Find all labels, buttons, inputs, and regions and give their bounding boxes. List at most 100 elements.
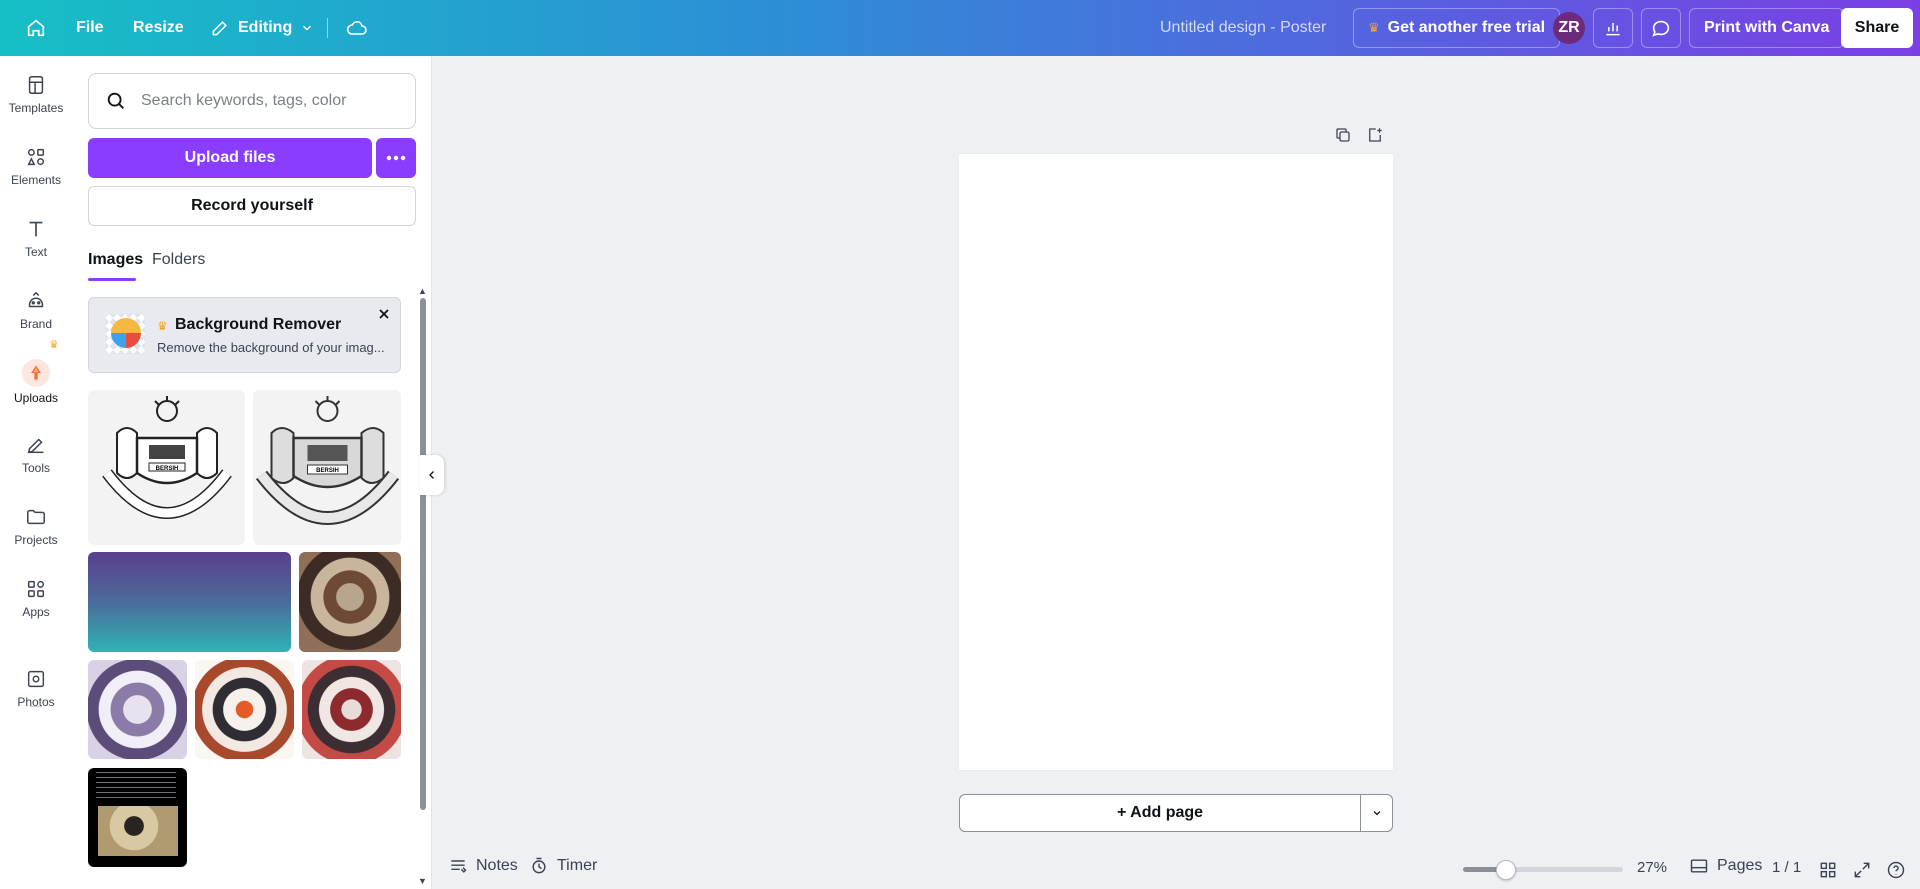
search-input[interactable] <box>141 92 401 110</box>
notes-button[interactable]: Notes <box>448 856 518 876</box>
rail-item-label: Elements <box>10 173 62 187</box>
bar-chart-icon <box>1606 23 1620 36</box>
search-box[interactable] <box>88 73 416 129</box>
uploaded-image-gradient[interactable] <box>88 552 291 652</box>
timer-icon <box>532 857 546 874</box>
upload-files-button[interactable]: Upload files <box>88 138 372 178</box>
upload-options-button[interactable] <box>376 138 416 178</box>
chevron-left-icon <box>429 471 434 479</box>
notes-label: Notes <box>476 857 518 874</box>
pages-icon <box>1690 859 1708 873</box>
tab-images[interactable]: Images <box>88 251 143 269</box>
insights-button[interactable] <box>1593 8 1633 48</box>
pages-label: Pages <box>1717 857 1763 874</box>
notes-icon <box>451 860 467 873</box>
folder-icon <box>24 505 48 529</box>
promo-title: Background Remover <box>175 316 342 333</box>
rail-item-label: Text <box>24 245 47 259</box>
record-yourself-button[interactable]: Record yourself <box>88 186 416 226</box>
add-page-icon <box>1369 128 1382 142</box>
rail-item-elements[interactable]: Elements <box>0 134 72 198</box>
rail-item-apps[interactable]: Apps <box>0 566 72 630</box>
home-button[interactable] <box>16 8 56 48</box>
duplicate-page-button[interactable] <box>1334 126 1352 149</box>
free-trial-button[interactable]: ♛ Get another free trial <box>1353 8 1561 48</box>
share-button[interactable]: Share <box>1841 8 1913 48</box>
rail-item-text[interactable]: Text <box>0 206 72 270</box>
timer-label: Timer <box>557 857 598 874</box>
rail-item-brand[interactable]: Brand <box>0 278 72 342</box>
zoom-slider-handle[interactable] <box>1496 860 1517 880</box>
tab-folders[interactable]: Folders <box>152 251 205 269</box>
chevron-down-icon <box>1373 811 1380 816</box>
avatar[interactable]: ZR <box>1553 12 1585 44</box>
screenshot-text-lines <box>96 772 176 802</box>
fullscreen-button[interactable] <box>1850 858 1874 882</box>
zoom-slider-track[interactable] <box>1463 867 1623 872</box>
emblem-text: BERSIH <box>316 468 339 474</box>
rail-item-templates[interactable]: Templates <box>0 62 72 126</box>
file-menu-button[interactable]: File <box>62 8 118 48</box>
help-button[interactable] <box>1884 858 1908 882</box>
emblem-image: BERSIH <box>101 395 232 519</box>
scroll-up-arrow[interactable]: ▲ <box>418 286 427 296</box>
top-bar: File Resize Editing Untitled design - Po… <box>0 0 1920 56</box>
uploaded-image-emblem-1[interactable]: BERSIH <box>88 390 245 545</box>
uploaded-image-emblem-2[interactable]: BERSIH <box>253 390 401 545</box>
background-remover-thumbnail <box>105 314 145 354</box>
print-with-canva-button[interactable]: Print with Canva <box>1689 8 1845 48</box>
resize-button[interactable]: Resize <box>119 8 198 48</box>
fullscreen-icon <box>1854 862 1870 878</box>
templates-icon <box>24 73 48 97</box>
close-icon <box>379 309 389 319</box>
close-promo-button[interactable] <box>374 304 394 324</box>
uploaded-image-orange-mask[interactable] <box>195 660 294 759</box>
pages-button[interactable]: Pages <box>1689 856 1762 876</box>
add-page-icon-button[interactable] <box>1366 126 1384 149</box>
rail-item-uploads[interactable]: Uploads <box>0 350 72 414</box>
editing-label: Editing <box>238 19 293 36</box>
collapse-panel-button[interactable] <box>420 455 444 495</box>
search-icon <box>107 92 124 109</box>
apps-icon <box>24 577 48 601</box>
screenshot-photo <box>98 806 178 856</box>
emblem-image: BERSIH <box>255 395 399 525</box>
chevron-down-icon <box>303 25 312 31</box>
uploaded-image-purple-mask[interactable] <box>88 660 187 759</box>
scroll-down-arrow[interactable]: ▼ <box>418 876 427 886</box>
crown-icon: ♛ <box>157 319 168 333</box>
tools-icon <box>24 433 48 457</box>
editing-mode-dropdown[interactable]: Editing <box>196 8 328 48</box>
rail-item-label: Photos <box>17 695 55 709</box>
zoom-percentage[interactable]: 27% <box>1637 859 1667 876</box>
background-remover-promo[interactable]: ♛ Background Remover Remove the backgrou… <box>88 297 401 373</box>
uploaded-image-red-mask[interactable] <box>302 660 401 759</box>
text-icon <box>24 217 48 241</box>
cloud-icon <box>346 21 367 35</box>
design-page[interactable] <box>959 154 1393 770</box>
timer-button[interactable]: Timer <box>529 856 597 876</box>
grid-view-button[interactable] <box>1816 858 1840 882</box>
help-icon <box>1887 861 1905 879</box>
rail-item-projects[interactable]: Projects <box>0 494 72 558</box>
design-title[interactable]: Untitled design - Poster <box>1160 8 1326 48</box>
home-icon <box>27 19 45 37</box>
photos-icon <box>24 667 48 691</box>
brand-icon <box>24 289 48 313</box>
pencil-icon <box>212 21 227 36</box>
comments-button[interactable] <box>1641 8 1681 48</box>
rail-item-tools[interactable]: Tools <box>0 422 72 486</box>
crown-icon: ♛ <box>1368 20 1380 35</box>
panel-scrollbar-thumb[interactable] <box>420 298 426 810</box>
save-status-button[interactable] <box>337 8 377 48</box>
page-actions <box>1334 126 1384 149</box>
rail-item-photos[interactable]: Photos <box>0 656 72 720</box>
page-count: 1 / 1 <box>1772 859 1802 876</box>
add-page-button[interactable]: + Add page <box>959 794 1361 832</box>
rail-item-label: Uploads <box>13 391 59 405</box>
uploaded-image-rust-mask[interactable] <box>299 552 401 652</box>
add-page-options-button[interactable] <box>1360 794 1393 832</box>
duplicate-icon <box>1336 128 1350 142</box>
uploaded-image-screenshot[interactable] <box>88 768 187 867</box>
emblem-text: BERSIH <box>155 466 178 472</box>
